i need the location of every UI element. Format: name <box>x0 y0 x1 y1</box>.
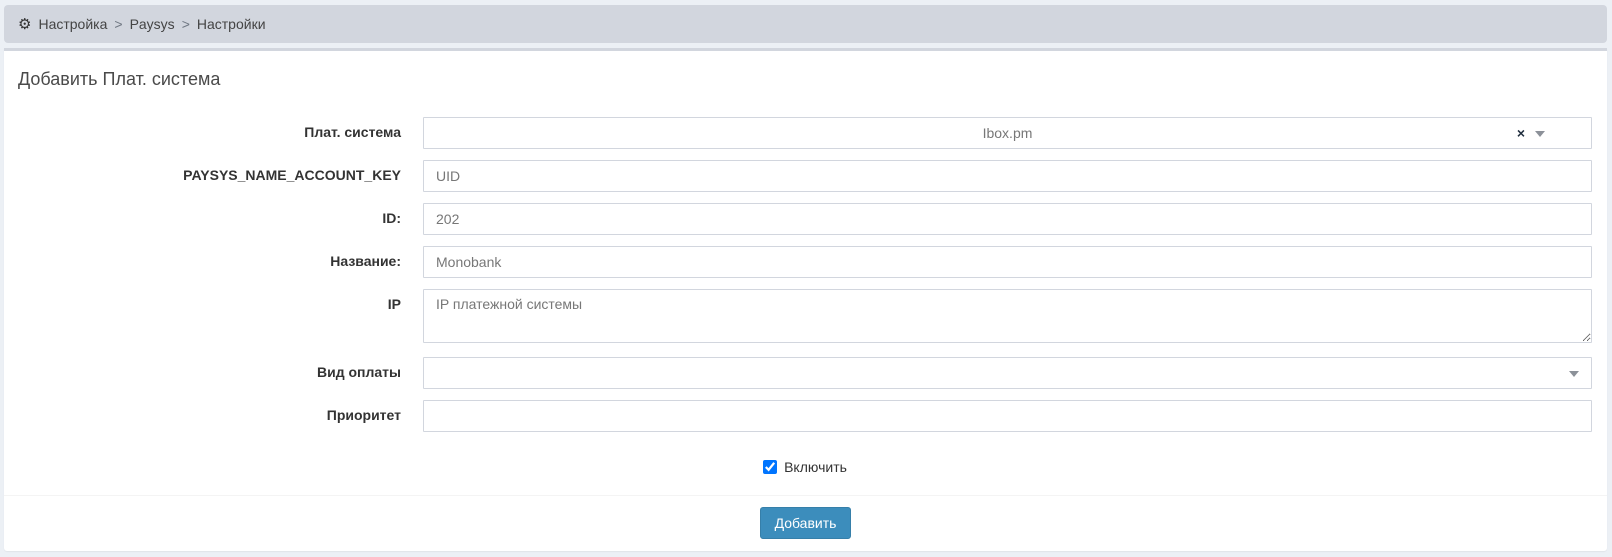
page-title: Добавить Плат. система <box>18 69 1592 90</box>
name-input[interactable] <box>423 246 1592 278</box>
paysys-selected-value: Ibox.pm <box>983 125 1033 141</box>
add-button[interactable]: Добавить <box>760 507 852 539</box>
form-row-ip: IP IP платежной системы <box>18 289 1592 346</box>
account-key-input[interactable] <box>423 160 1592 192</box>
ip-textarea[interactable]: IP платежной системы <box>423 289 1592 343</box>
breadcrumb-item-nastroyki[interactable]: Настройки <box>197 16 266 32</box>
chevron-down-icon[interactable] <box>1569 371 1579 377</box>
page: ⚙ Настройка > Paysys > Настройки Добавит… <box>0 0 1612 557</box>
form-row-name: Название: <box>18 246 1592 278</box>
priority-label: Приоритет <box>18 400 423 423</box>
form-row-paysys: Плат. система Ibox.pm × <box>18 117 1592 149</box>
id-label: ID: <box>18 203 423 226</box>
priority-input[interactable] <box>423 400 1592 432</box>
id-input[interactable] <box>423 203 1592 235</box>
enable-checkbox-label[interactable]: Включить <box>784 459 847 475</box>
breadcrumb-separator: > <box>114 16 122 32</box>
breadcrumb-item-nastroyka[interactable]: Настройка <box>38 16 107 32</box>
name-label: Название: <box>18 246 423 269</box>
clear-selection-icon[interactable]: × <box>1517 126 1525 140</box>
form-row-payment-type: Вид оплаты <box>18 357 1592 389</box>
form-row-account-key: PAYSYS_NAME_ACCOUNT_KEY <box>18 160 1592 192</box>
payment-type-select[interactable] <box>423 357 1592 389</box>
form-row-priority: Приоритет <box>18 400 1592 432</box>
enable-checkbox[interactable] <box>763 460 777 474</box>
gear-icon: ⚙ <box>18 17 31 32</box>
breadcrumb-separator: > <box>182 16 190 32</box>
paysys-select[interactable]: Ibox.pm × <box>423 117 1592 149</box>
ip-label: IP <box>18 289 423 312</box>
chevron-down-icon[interactable] <box>1535 131 1545 137</box>
add-paysys-panel: Добавить Плат. система Плат. система Ibo… <box>4 48 1607 551</box>
enable-checkbox-row: Включить <box>18 459 1592 475</box>
account-key-label: PAYSYS_NAME_ACCOUNT_KEY <box>18 160 423 183</box>
breadcrumb: ⚙ Настройка > Paysys > Настройки <box>4 5 1607 43</box>
payment-type-label: Вид оплаты <box>18 357 423 380</box>
panel-footer: Добавить <box>4 495 1607 551</box>
form-row-id: ID: <box>18 203 1592 235</box>
breadcrumb-item-paysys[interactable]: Paysys <box>130 16 175 32</box>
paysys-label: Плат. система <box>18 117 423 140</box>
